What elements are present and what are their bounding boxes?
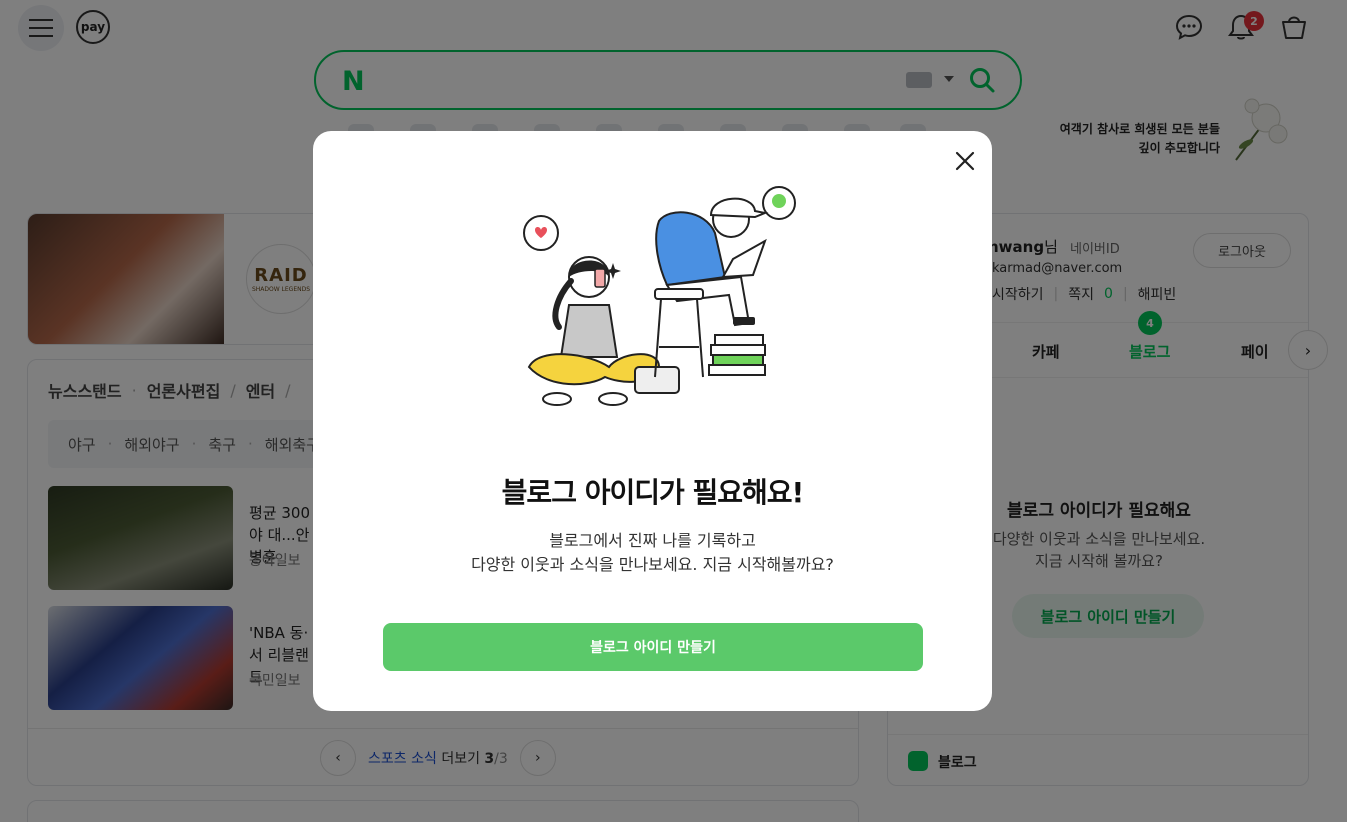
- modal-description: 블로그에서 진짜 나를 기록하고 다양한 이웃과 소식을 만나보세요. 지금 시…: [313, 529, 992, 577]
- blog-id-required-modal: 블로그 아이디가 필요해요! 블로그에서 진짜 나를 기록하고 다양한 이웃과 …: [313, 131, 992, 711]
- blog-illustration: [523, 186, 796, 406]
- modal-description-line: 다양한 이웃과 소식을 만나보세요. 지금 시작해볼까요?: [471, 555, 834, 574]
- modal-title: 블로그 아이디가 필요해요!: [501, 476, 805, 509]
- modal-description-line: 블로그에서 진짜 나를 기록하고: [549, 531, 756, 550]
- close-icon[interactable]: [951, 147, 979, 175]
- create-blog-id-cta-button[interactable]: 블로그 아이디 만들기: [383, 623, 923, 671]
